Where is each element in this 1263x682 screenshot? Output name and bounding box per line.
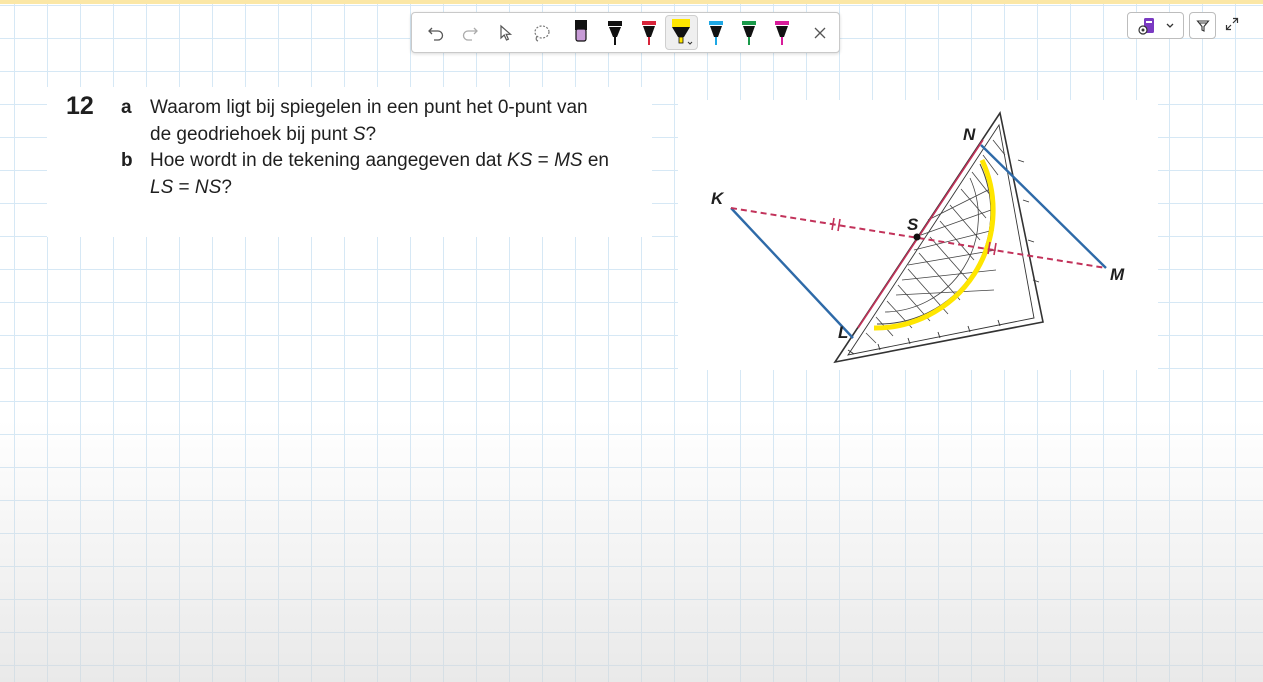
close-toolbar-button[interactable] <box>804 13 836 52</box>
part-b-line-1: Hoe wordt in de tekening aangegeven dat … <box>150 150 609 171</box>
part-b-line-2: LS = NS? <box>150 177 232 198</box>
select-tool-button[interactable] <box>488 13 524 52</box>
geodriehoek-figure: K S N M L <box>711 110 1125 364</box>
pen-icon <box>642 20 656 45</box>
highlighter-yellow-button[interactable] <box>665 15 698 50</box>
ink-toolbar <box>411 12 840 53</box>
highlighter-icon <box>671 18 692 45</box>
part-a-line-1: Waarom ligt bij spiegelen in een punt he… <box>150 97 588 118</box>
part-b-label: b <box>121 150 133 171</box>
expand-icon <box>1225 17 1239 31</box>
close-icon <box>814 27 826 38</box>
line-KL <box>730 207 854 339</box>
pen-blue-button[interactable] <box>701 13 731 52</box>
pen-magenta-button[interactable] <box>767 13 797 52</box>
lasso-icon <box>534 24 550 42</box>
lasso-tool-button[interactable] <box>524 13 560 52</box>
label-M: M <box>1110 265 1125 284</box>
redo-icon <box>462 27 478 41</box>
cursor-icon <box>500 24 513 41</box>
pen-icon <box>575 19 587 42</box>
label-L: L <box>838 323 848 342</box>
funnel-icon <box>1195 19 1210 32</box>
expand-button[interactable] <box>1222 14 1242 34</box>
pen-black-button[interactable] <box>600 13 630 52</box>
pen-icon <box>742 20 756 45</box>
pen-icon <box>775 20 789 45</box>
undo-icon <box>428 27 444 41</box>
pen-green-button[interactable] <box>734 13 764 52</box>
app-switcher-button[interactable] <box>1127 12 1184 39</box>
redo-button[interactable] <box>452 13 488 52</box>
part-a-label: a <box>121 97 132 118</box>
question-number: 12 <box>66 92 94 120</box>
point-S <box>913 233 921 241</box>
pen-icon <box>709 20 723 45</box>
label-N: N <box>963 125 976 144</box>
pen-violet-button[interactable] <box>566 13 596 52</box>
filter-button[interactable] <box>1189 12 1216 39</box>
geodriehoek-triangle <box>833 110 1044 364</box>
pen-icon <box>608 20 622 45</box>
chevron-down-icon <box>1166 23 1173 28</box>
top-accent-line <box>0 0 1263 4</box>
part-a-line-2: de geodriehoek bij punt S? <box>150 124 377 145</box>
label-K: K <box>711 189 725 208</box>
onenote-app-icon <box>1137 17 1154 35</box>
label-S: S <box>907 215 919 234</box>
undo-button[interactable] <box>418 13 454 52</box>
pen-red-button[interactable] <box>634 13 664 52</box>
